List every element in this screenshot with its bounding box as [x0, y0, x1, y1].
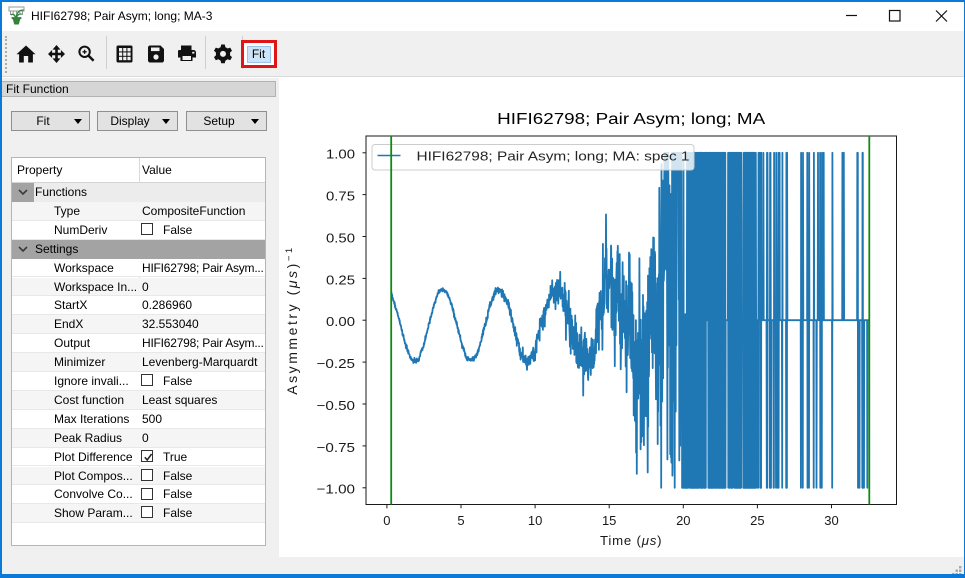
- svg-text:−1.00: −1.00: [317, 482, 356, 497]
- svg-text:−0.50: −0.50: [317, 398, 356, 413]
- svg-text:20: 20: [676, 513, 690, 528]
- svg-text:1.00: 1.00: [326, 147, 355, 162]
- svg-text:Asymmetry (μs)−1: Asymmetry (μs)−1: [284, 245, 300, 395]
- svg-text:30: 30: [824, 513, 838, 528]
- svg-text:0.00: 0.00: [326, 314, 355, 329]
- svg-text:HIFI62798; Pair Asym; long; MA: HIFI62798; Pair Asym; long; MA: spec 1: [417, 149, 690, 164]
- svg-text:HIFI62798; Pair Asym; long; MA: HIFI62798; Pair Asym; long; MA: [497, 111, 766, 128]
- svg-text:5: 5: [457, 513, 464, 528]
- svg-text:0.25: 0.25: [326, 272, 355, 287]
- svg-text:25: 25: [750, 513, 764, 528]
- svg-text:−0.75: −0.75: [317, 440, 356, 455]
- svg-text:−0.25: −0.25: [317, 356, 356, 371]
- svg-text:0.50: 0.50: [326, 230, 355, 245]
- svg-text:Time (μs): Time (μs): [600, 533, 662, 548]
- svg-text:0: 0: [383, 513, 390, 528]
- svg-text:0.75: 0.75: [326, 189, 355, 204]
- svg-text:10: 10: [528, 513, 542, 528]
- svg-text:15: 15: [602, 513, 616, 528]
